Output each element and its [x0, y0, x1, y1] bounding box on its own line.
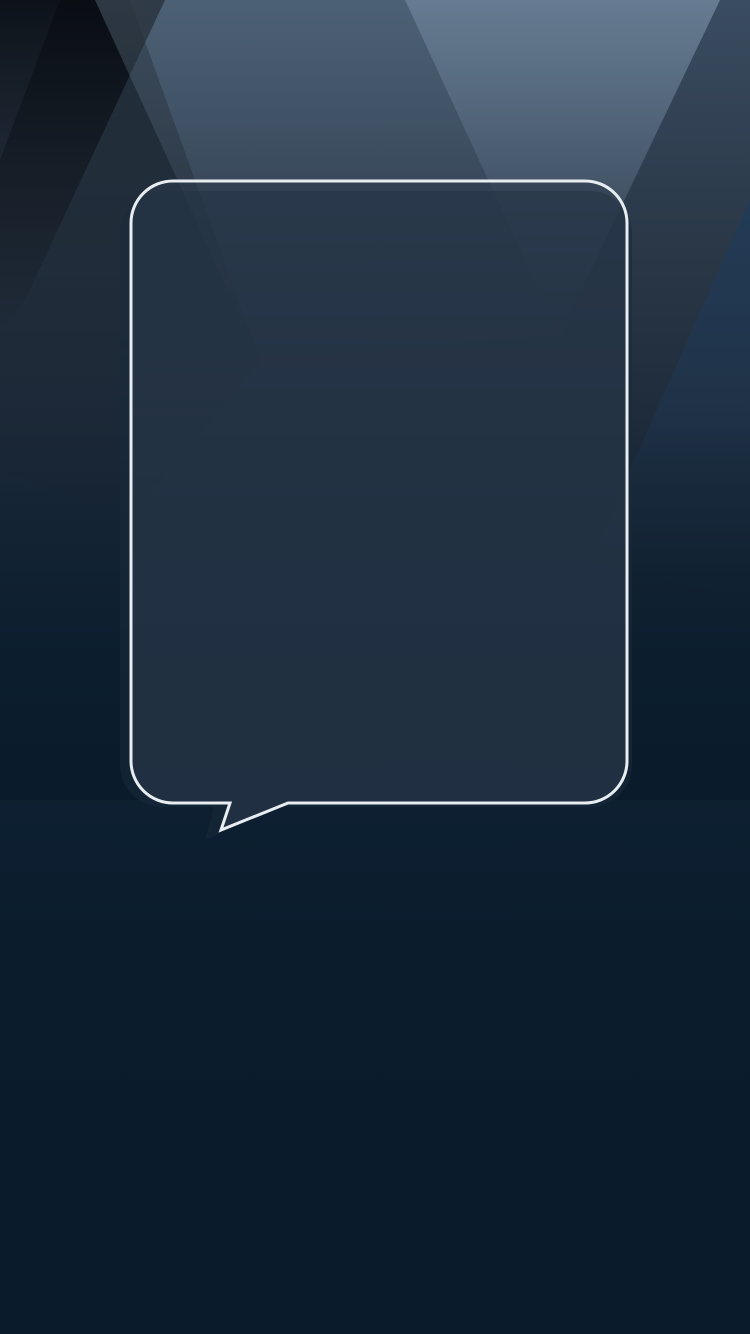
screen [0, 0, 750, 1334]
speech-bubble-text [150, 200, 610, 780]
